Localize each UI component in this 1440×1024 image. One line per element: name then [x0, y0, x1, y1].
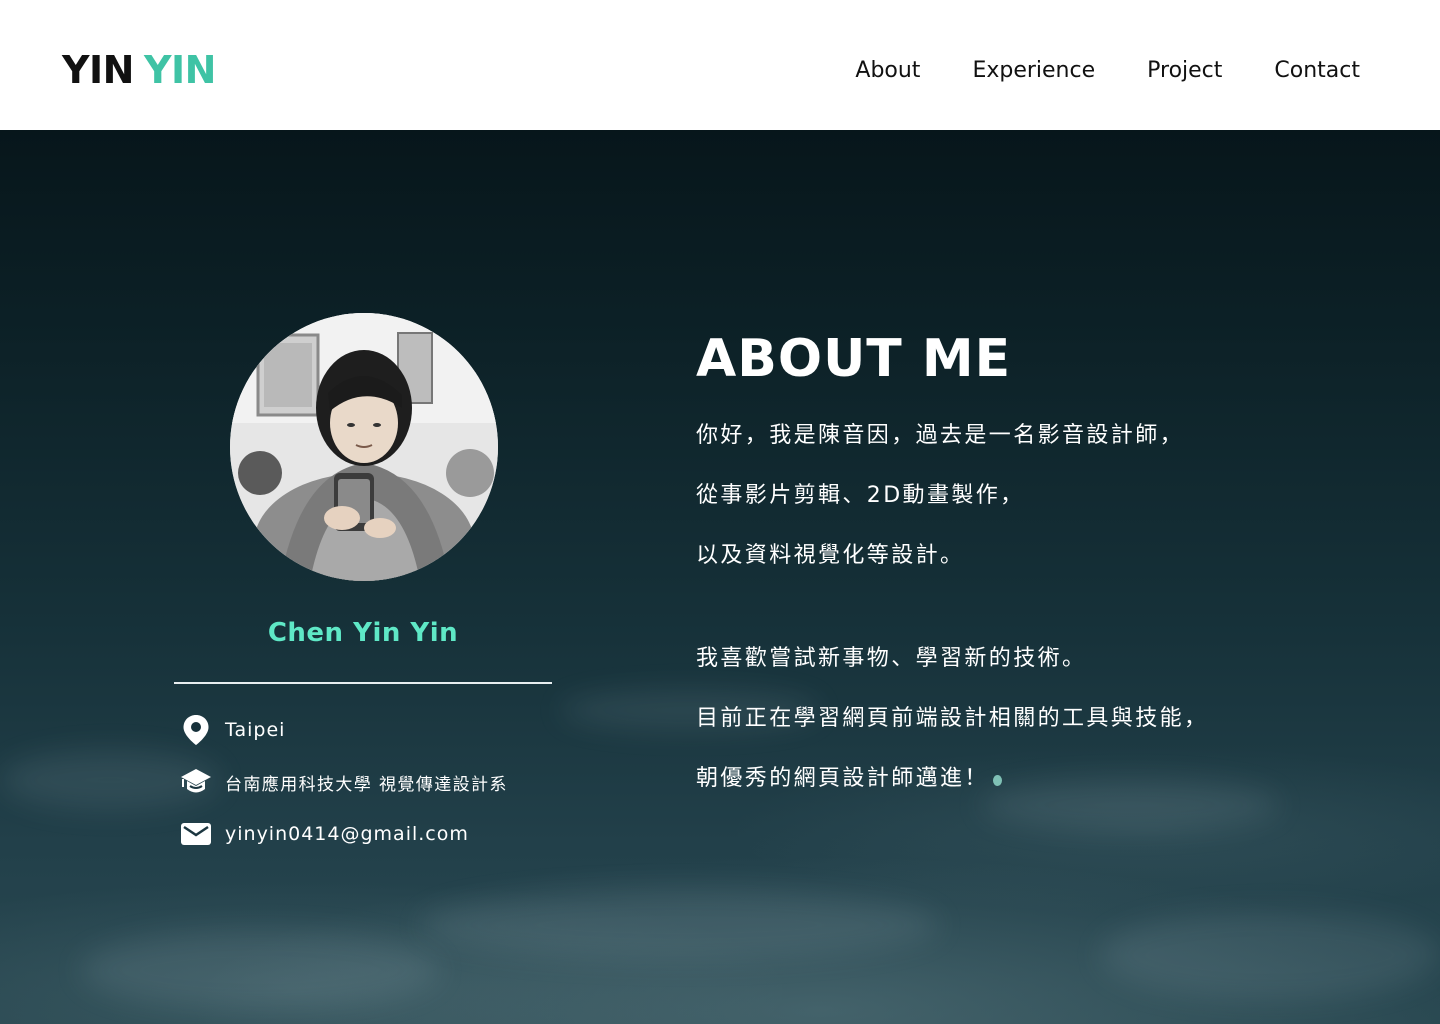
- site-header: YIN YIN About Experience Project Contact: [0, 0, 1440, 130]
- sparkle-icon: [992, 775, 1002, 786]
- about-line: 我喜歡嘗試新事物、學習新的技術。: [696, 646, 1087, 671]
- profile-photo: [230, 313, 498, 581]
- about-section: Chen Yin Yin Taipei 台南應用科技大學 視覺傳達設計系 yin…: [0, 130, 1440, 1024]
- about-title: ABOUT ME: [696, 329, 1012, 389]
- location-pin-icon: [180, 714, 212, 746]
- cloud-decoration: [80, 930, 440, 1010]
- profile-name: Chen Yin Yin: [267, 618, 459, 648]
- about-paragraph-1: 你好，我是陳音因，過去是一名影音設計師， 從事影片剪輯、2D動畫製作， 以及資料…: [696, 406, 1336, 586]
- about-line: 從事影片剪輯、2D動畫製作，: [696, 483, 1025, 508]
- education-text: 台南應用科技大學 視覺傳達設計系: [225, 774, 508, 795]
- site-logo[interactable]: YIN YIN: [62, 46, 216, 94]
- about-line-text: 朝優秀的網頁設計師邁進！: [696, 766, 989, 791]
- location-row: Taipei: [180, 714, 285, 746]
- email-text[interactable]: yinyin0414@gmail.com: [225, 823, 469, 845]
- about-line: 你好，我是陳音因，過去是一名影音設計師，: [696, 423, 1185, 448]
- mail-icon: [180, 818, 212, 850]
- profile-divider: [174, 682, 552, 684]
- logo-second-word: YIN: [143, 48, 216, 92]
- email-row: yinyin0414@gmail.com: [180, 818, 469, 850]
- graduation-cap-icon: [180, 766, 212, 798]
- cloud-decoration: [1100, 910, 1440, 1000]
- logo-first-word: YIN: [62, 48, 134, 92]
- about-line: 目前正在學習網頁前端設計相關的工具與技能，: [696, 706, 1209, 731]
- nav-link-about[interactable]: About: [855, 56, 920, 86]
- about-paragraph-2: 我喜歡嘗試新事物、學習新的技術。 目前正在學習網頁前端設計相關的工具與技能， 朝…: [696, 629, 1336, 809]
- education-row: 台南應用科技大學 視覺傳達設計系: [180, 766, 508, 798]
- location-text: Taipei: [225, 719, 286, 741]
- about-line-last: 朝優秀的網頁設計師邁進！: [696, 749, 1336, 809]
- about-line: 以及資料視覺化等設計。: [696, 543, 965, 568]
- nav-link-experience[interactable]: Experience: [972, 56, 1095, 86]
- cloud-decoration: [420, 890, 940, 960]
- nav-link-contact[interactable]: Contact: [1274, 56, 1360, 86]
- nav-link-project[interactable]: Project: [1147, 56, 1222, 86]
- main-nav: About Experience Project Contact: [855, 56, 1360, 86]
